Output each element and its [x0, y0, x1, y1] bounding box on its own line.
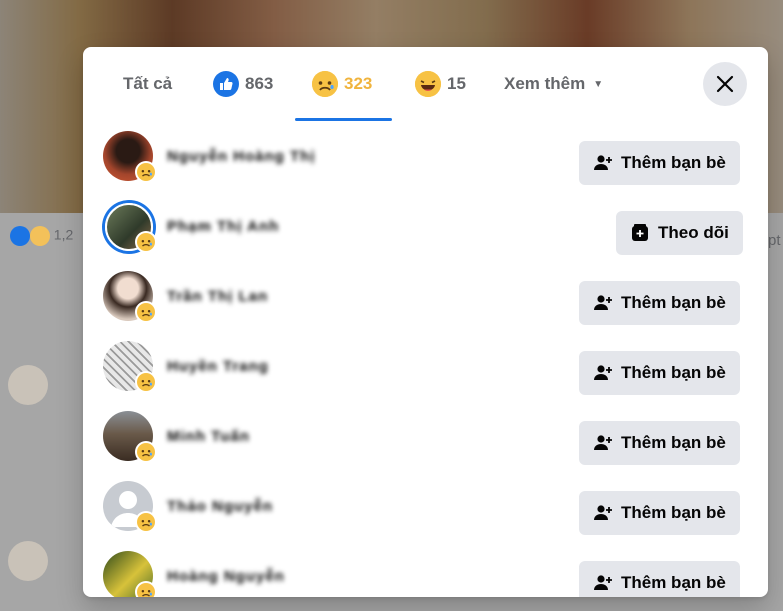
add-friend-button[interactable]: Thêm bạn bè: [579, 141, 740, 185]
sad-icon: [312, 71, 338, 97]
like-count: 863: [245, 74, 274, 93]
sad-badge-icon: [135, 581, 157, 597]
tab-haha[interactable]: 15: [415, 47, 466, 121]
add-friend-icon: [593, 503, 613, 523]
person-name[interactable]: Minh Tuấn: [167, 428, 250, 445]
add-friend-label: Thêm bạn bè: [621, 433, 726, 452]
sad-badge-icon: [135, 161, 157, 183]
add-friend-button[interactable]: Thêm bạn bè: [579, 491, 740, 535]
reaction-count: 1,2: [53, 226, 74, 243]
add-friend-button[interactable]: Thêm bạn bè: [579, 561, 740, 597]
list-item[interactable]: Trần Thị Lan Thêm bạn bè: [83, 263, 768, 333]
person-name[interactable]: Hoàng Nguyễn: [167, 568, 285, 585]
add-friend-label: Thêm bạn bè: [621, 503, 726, 522]
add-friend-icon: [593, 153, 613, 173]
close-button[interactable]: [703, 62, 747, 106]
person-name[interactable]: Huyền Trang: [167, 358, 269, 375]
tab-all-label: Tất cả: [123, 74, 173, 93]
person-name[interactable]: Trần Thị Lan: [167, 288, 268, 305]
add-friend-button[interactable]: Thêm bạn bè: [579, 421, 740, 465]
person-name[interactable]: Nguyễn Hoàng Thị: [167, 148, 316, 165]
tab-sad[interactable]: 323: [294, 47, 393, 121]
reaction-tabs: Tất cả 863 323 15 Xem thêm ▼: [83, 47, 768, 123]
add-friend-icon: [593, 433, 613, 453]
like-icon: [10, 226, 30, 246]
add-friend-button[interactable]: Thêm bạn bè: [579, 351, 740, 395]
haha-count: 15: [447, 74, 466, 93]
list-item[interactable]: Phạm Thị Anh Theo dõi: [83, 193, 768, 263]
add-friend-label: Thêm bạn bè: [621, 153, 726, 172]
sad-badge-icon: [135, 301, 157, 323]
commenter-avatar[interactable]: [8, 365, 48, 405]
follow-icon: [630, 223, 650, 243]
list-item[interactable]: Minh Tuấn Thêm bạn bè: [83, 403, 768, 473]
add-friend-icon: [593, 573, 613, 593]
tab-more[interactable]: Xem thêm ▼: [504, 47, 603, 121]
add-friend-label: Thêm bạn bè: [621, 363, 726, 382]
sad-icon: [29, 226, 50, 246]
people-list: Nguyễn Hoàng Thị Thêm bạn bè Phạm Thị An…: [83, 123, 768, 597]
sad-badge-icon: [135, 511, 157, 533]
post-reactions-summary[interactable]: 1,2: [10, 226, 73, 246]
list-item[interactable]: Huyền Trang Thêm bạn bè: [83, 333, 768, 403]
close-icon: [716, 75, 734, 93]
add-friend-icon: [593, 293, 613, 313]
add-friend-label: Thêm bạn bè: [621, 573, 726, 592]
add-friend-icon: [593, 363, 613, 383]
list-item[interactable]: Nguyễn Hoàng Thị Thêm bạn bè: [83, 123, 768, 193]
sad-count: 323: [344, 74, 373, 93]
add-friend-button[interactable]: Thêm bạn bè: [579, 281, 740, 325]
caret-down-icon: ▼: [593, 78, 604, 90]
list-item[interactable]: Hoàng Nguyễn Thêm bạn bè: [83, 543, 768, 597]
add-friend-label: Thêm bạn bè: [621, 293, 726, 312]
like-icon: [213, 71, 239, 97]
list-item[interactable]: Thảo Nguyễn Thêm bạn bè: [83, 473, 768, 543]
follow-label: Theo dõi: [658, 223, 729, 242]
reactions-dialog: Tất cả 863 323 15 Xem thêm ▼ Nguyễn Hoàn…: [83, 47, 768, 597]
person-name[interactable]: Thảo Nguyễn: [167, 498, 273, 515]
sad-badge-icon: [135, 231, 157, 253]
sad-badge-icon: [135, 441, 157, 463]
haha-icon: [415, 71, 441, 97]
commenter-avatar[interactable]: [8, 541, 48, 581]
tab-more-label: Xem thêm: [504, 74, 586, 93]
tab-all[interactable]: Tất cả: [123, 47, 172, 121]
person-name[interactable]: Phạm Thị Anh: [167, 218, 279, 235]
bg-side-text: pt: [768, 232, 781, 249]
tab-like[interactable]: 863: [213, 47, 273, 121]
sad-badge-icon: [135, 371, 157, 393]
follow-button[interactable]: Theo dõi: [616, 211, 743, 255]
